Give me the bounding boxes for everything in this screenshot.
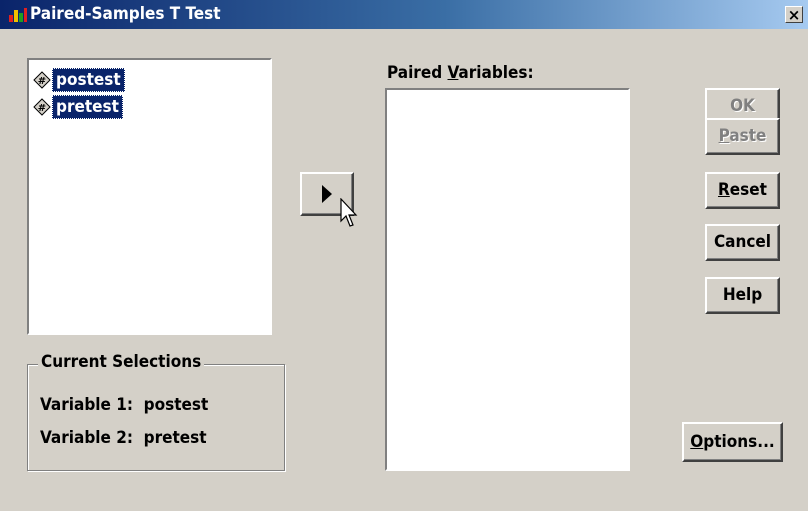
- scale-variable-icon: #: [33, 97, 51, 116]
- variable-1-value: postest: [143, 395, 209, 415]
- variable-2-row: Variable 2: pretest: [40, 428, 207, 448]
- cancel-button[interactable]: Cancel: [705, 224, 780, 261]
- spss-app-icon: [9, 8, 27, 22]
- scale-variable-icon: #: [33, 70, 51, 89]
- window-title: Paired-Samples T Test: [30, 4, 221, 24]
- current-selections-group: Current Selections Variable 1: postest V…: [27, 352, 285, 471]
- mouse-pointer-icon: [340, 198, 358, 227]
- variable-1-label: Variable 1:: [40, 395, 133, 415]
- title-bar: Paired-Samples T Test ×: [0, 0, 808, 29]
- paired-variables-label: Paired Variables:: [387, 63, 534, 83]
- paste-button[interactable]: Paste: [705, 118, 780, 155]
- list-item[interactable]: # postest: [33, 66, 266, 93]
- current-selections-title: Current Selections: [38, 352, 205, 372]
- reset-button[interactable]: Reset: [705, 172, 780, 209]
- variable-label: postest: [52, 67, 125, 92]
- variable-2-value: pretest: [143, 428, 207, 448]
- source-variable-list[interactable]: # postest # pretest: [27, 58, 272, 335]
- variable-1-row: Variable 1: postest: [40, 395, 208, 415]
- options-button[interactable]: Options...: [682, 422, 783, 462]
- svg-text:#: #: [38, 103, 46, 114]
- list-item[interactable]: # pretest: [33, 93, 266, 120]
- paired-variables-list[interactable]: [385, 88, 630, 471]
- variable-2-label: Variable 2:: [40, 428, 133, 448]
- svg-text:#: #: [38, 76, 46, 87]
- close-button[interactable]: ×: [785, 6, 803, 23]
- variable-label: pretest: [52, 94, 123, 119]
- close-icon: ×: [787, 6, 801, 24]
- move-right-arrow-icon: [322, 185, 332, 203]
- help-button[interactable]: Help: [705, 277, 780, 314]
